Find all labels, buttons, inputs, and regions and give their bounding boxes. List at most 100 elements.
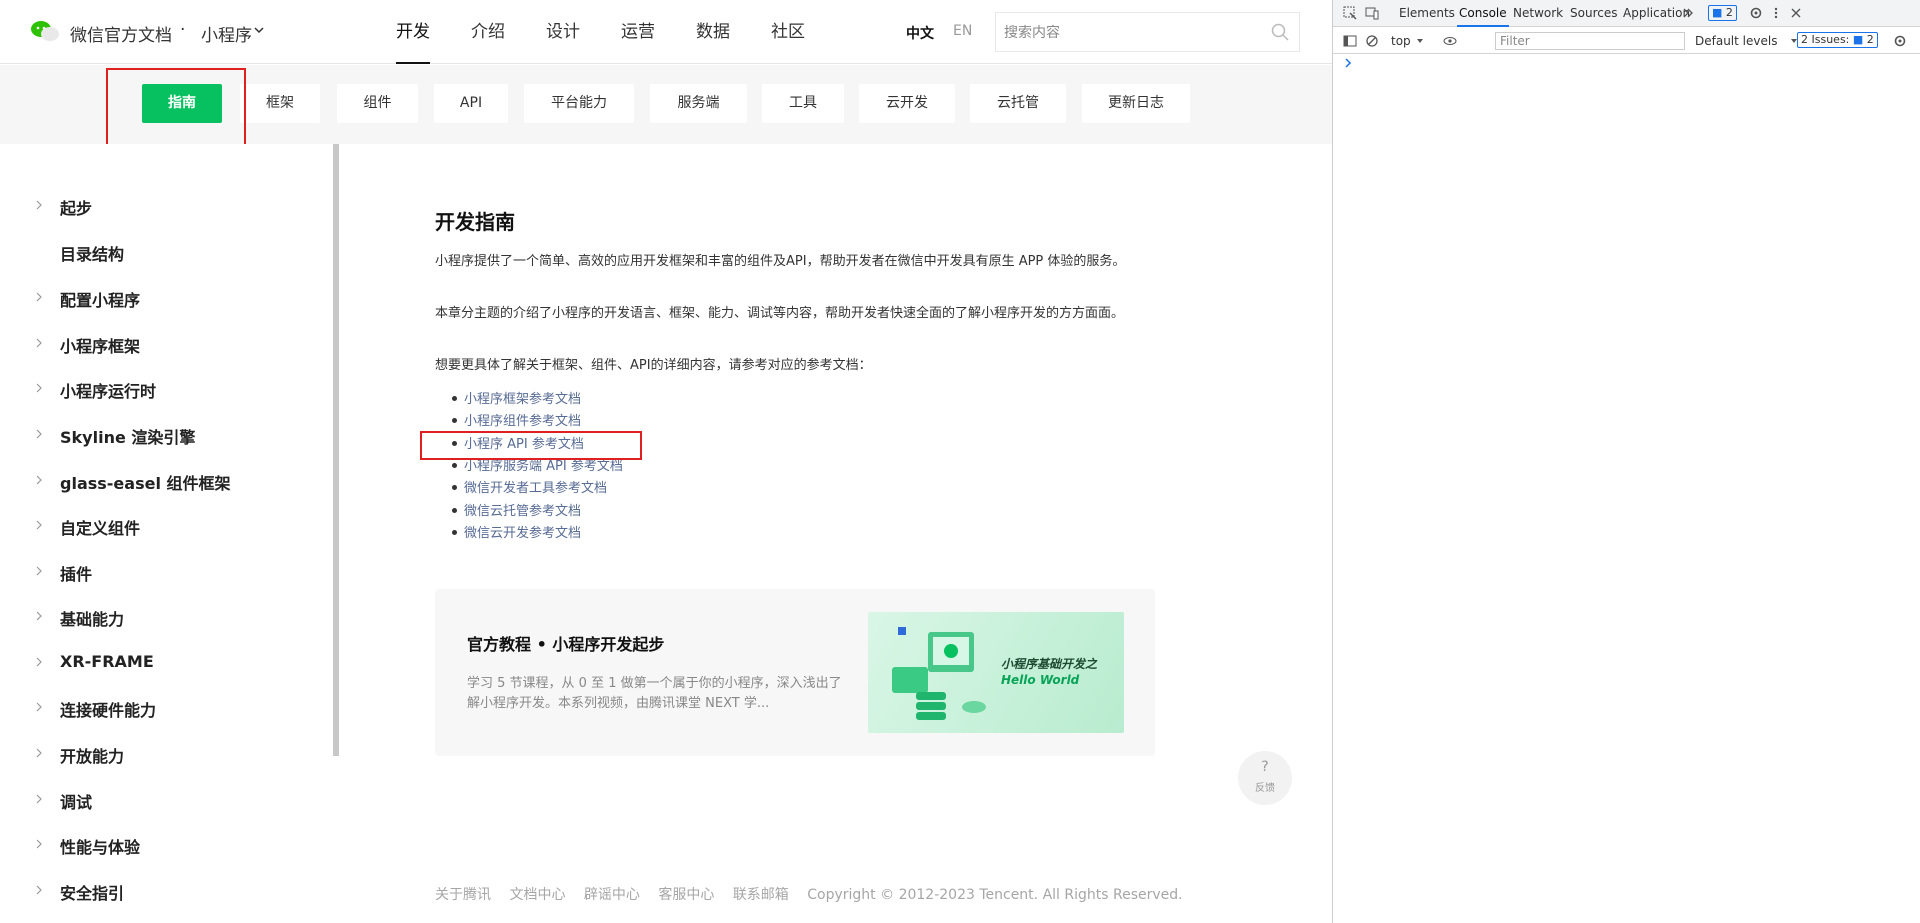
brand-separator: · [180,20,186,40]
link-cloud-hosting-reference[interactable]: 微信云托管参考文档 [464,500,581,519]
link-devtools-reference[interactable]: 微信开发者工具参考文档 [464,477,607,496]
context-selector[interactable]: top [1391,34,1411,48]
tab-framework[interactable]: 框架 [240,84,320,123]
chevron-down-icon[interactable] [254,27,264,33]
search-icon[interactable] [1271,23,1289,41]
close-icon[interactable] [1789,6,1803,20]
sidebar-item-debug[interactable]: 调试 [60,789,92,813]
sidebar-item-framework[interactable]: 小程序框架 [60,333,140,357]
chevron-right-icon[interactable] [36,429,43,439]
sidebar-item-security[interactable]: 安全指引 [60,880,124,904]
search-input[interactable] [1004,22,1264,44]
sidebar-item-xr-frame[interactable]: XR-FRAME [60,652,154,671]
card-title[interactable]: 官方教程 • 小程序开发起步 [467,631,664,655]
log-levels-dropdown[interactable]: Default levels [1695,34,1777,48]
chevron-down-icon[interactable] [1413,34,1427,48]
sidebar-item-runtime[interactable]: 小程序运行时 [60,378,156,402]
nav-design[interactable]: 设计 [546,0,580,64]
gear-icon[interactable] [1749,6,1763,20]
footer-link-about[interactable]: 关于腾讯 [435,887,491,903]
nav-community[interactable]: 社区 [771,0,805,64]
messages-badge[interactable]: ■ 2 [1708,5,1737,21]
chevron-right-icon[interactable] [36,794,43,804]
console-filter-input[interactable]: Filter [1495,32,1685,50]
sidebar-item-open-abilities[interactable]: 开放能力 [60,743,124,767]
question-icon: ? [1261,759,1269,775]
chevron-right-icon[interactable] [36,566,43,576]
link-cloud-dev-reference[interactable]: 微信云开发参考文档 [464,522,581,541]
chevron-right-icon[interactable] [36,383,43,393]
chevron-right-icon[interactable] [36,657,43,667]
footer-link-rumor[interactable]: 辟谣中心 [584,887,640,903]
sidebar-item-config[interactable]: 配置小程序 [60,287,140,311]
sidebar-item-structure[interactable]: 目录结构 [60,241,124,265]
footer-link-support[interactable]: 客服中心 [658,887,714,903]
nav-data[interactable]: 数据 [696,0,730,64]
tab-cloud-hosting[interactable]: 云托管 [970,84,1066,123]
inspect-element-icon[interactable] [1343,6,1357,20]
link-framework-reference[interactable]: 小程序框架参考文档 [464,388,581,407]
chevron-right-icon[interactable] [36,338,43,348]
tab-server[interactable]: 服务端 [650,84,747,123]
chevron-right-icon[interactable] [36,292,43,302]
tab-console[interactable]: Console [1457,6,1509,27]
tab-network[interactable]: Network [1513,6,1563,20]
tab-api[interactable]: API [434,84,508,123]
sidebar-item-performance[interactable]: 性能与体验 [60,834,140,858]
sidebar-item-skyline[interactable]: Skyline 渲染引擎 [60,424,195,448]
sidebar-item-glass-easel[interactable]: glass-easel 组件框架 [60,470,231,494]
sidebar-item-plugins[interactable]: 插件 [60,561,92,585]
lang-zh[interactable]: 中文 [906,23,934,43]
chevron-right-icon[interactable] [36,702,43,712]
chevron-right-icon[interactable] [36,520,43,530]
footer-link-docs[interactable]: 文档中心 [509,887,565,903]
thumbnail-caption: 小程序基础开发之 [1001,657,1098,671]
sidebar-scrollbar[interactable] [333,144,339,756]
sidebar-item-hardware[interactable]: 连接硬件能力 [60,697,156,721]
issues-badge[interactable]: 2 Issues: ■ 2 [1797,32,1878,48]
footer: 关于腾讯 文档中心 辟谣中心 客服中心 联系邮箱 Copyright © 201… [435,884,1197,904]
kebab-menu-icon[interactable] [1769,6,1783,20]
sidebar-item-custom-components[interactable]: 自定义组件 [60,515,140,539]
footer-link-contact[interactable]: 联系邮箱 [733,887,789,903]
nav-operate[interactable]: 运营 [621,0,655,64]
tab-application[interactable]: Application [1623,6,1690,20]
bullet [452,396,457,401]
sidebar-item-basic-abilities[interactable]: 基础能力 [60,606,124,630]
bullet [452,418,457,423]
tab-sources[interactable]: Sources [1570,6,1617,20]
clear-console-icon[interactable] [1365,34,1379,48]
tab-components[interactable]: 组件 [337,84,418,123]
link-component-reference[interactable]: 小程序组件参考文档 [464,410,581,429]
gear-icon[interactable] [1893,34,1907,48]
sidebar-toggle-icon[interactable] [1343,34,1357,48]
tab-changelog[interactable]: 更新日志 [1082,84,1190,123]
lang-en[interactable]: EN [953,23,972,39]
chevron-right-icon[interactable] [36,475,43,485]
wechat-logo-icon[interactable] [30,20,60,42]
tab-elements[interactable]: Elements [1399,6,1455,20]
console-prompt-icon[interactable] [1345,58,1353,68]
nav-intro[interactable]: 介绍 [471,0,505,64]
chevron-right-icon[interactable] [36,885,43,895]
tutorial-thumbnail[interactable]: 小程序基础开发之 Hello World [868,612,1124,733]
bullet [452,530,457,535]
sidebar-item-start[interactable]: 起步 [60,195,92,219]
product-switcher[interactable]: 小程序 [201,21,252,46]
feedback-button[interactable]: ? 反馈 [1238,751,1292,805]
nav-develop[interactable]: 开发 [396,0,430,64]
tab-tools[interactable]: 工具 [762,84,844,123]
chevron-right-icon[interactable] [36,611,43,621]
device-toolbar-icon[interactable] [1365,6,1379,20]
more-tabs-icon[interactable] [1681,6,1695,20]
chevron-right-icon[interactable] [36,200,43,210]
search-box[interactable] [995,12,1300,52]
tab-cloud-dev[interactable]: 云开发 [859,84,955,123]
chevron-right-icon[interactable] [36,748,43,758]
eye-icon[interactable] [1443,34,1457,48]
brand-title[interactable]: 微信官方文档 [70,21,172,46]
tutorial-card[interactable]: 官方教程 • 小程序开发起步 学习 5 节课程，从 0 至 1 做第一个属于你的… [435,589,1155,756]
tab-platform[interactable]: 平台能力 [524,84,634,123]
chevron-right-icon[interactable] [36,839,43,849]
list-item: 微信云开发参考文档 [452,522,852,542]
